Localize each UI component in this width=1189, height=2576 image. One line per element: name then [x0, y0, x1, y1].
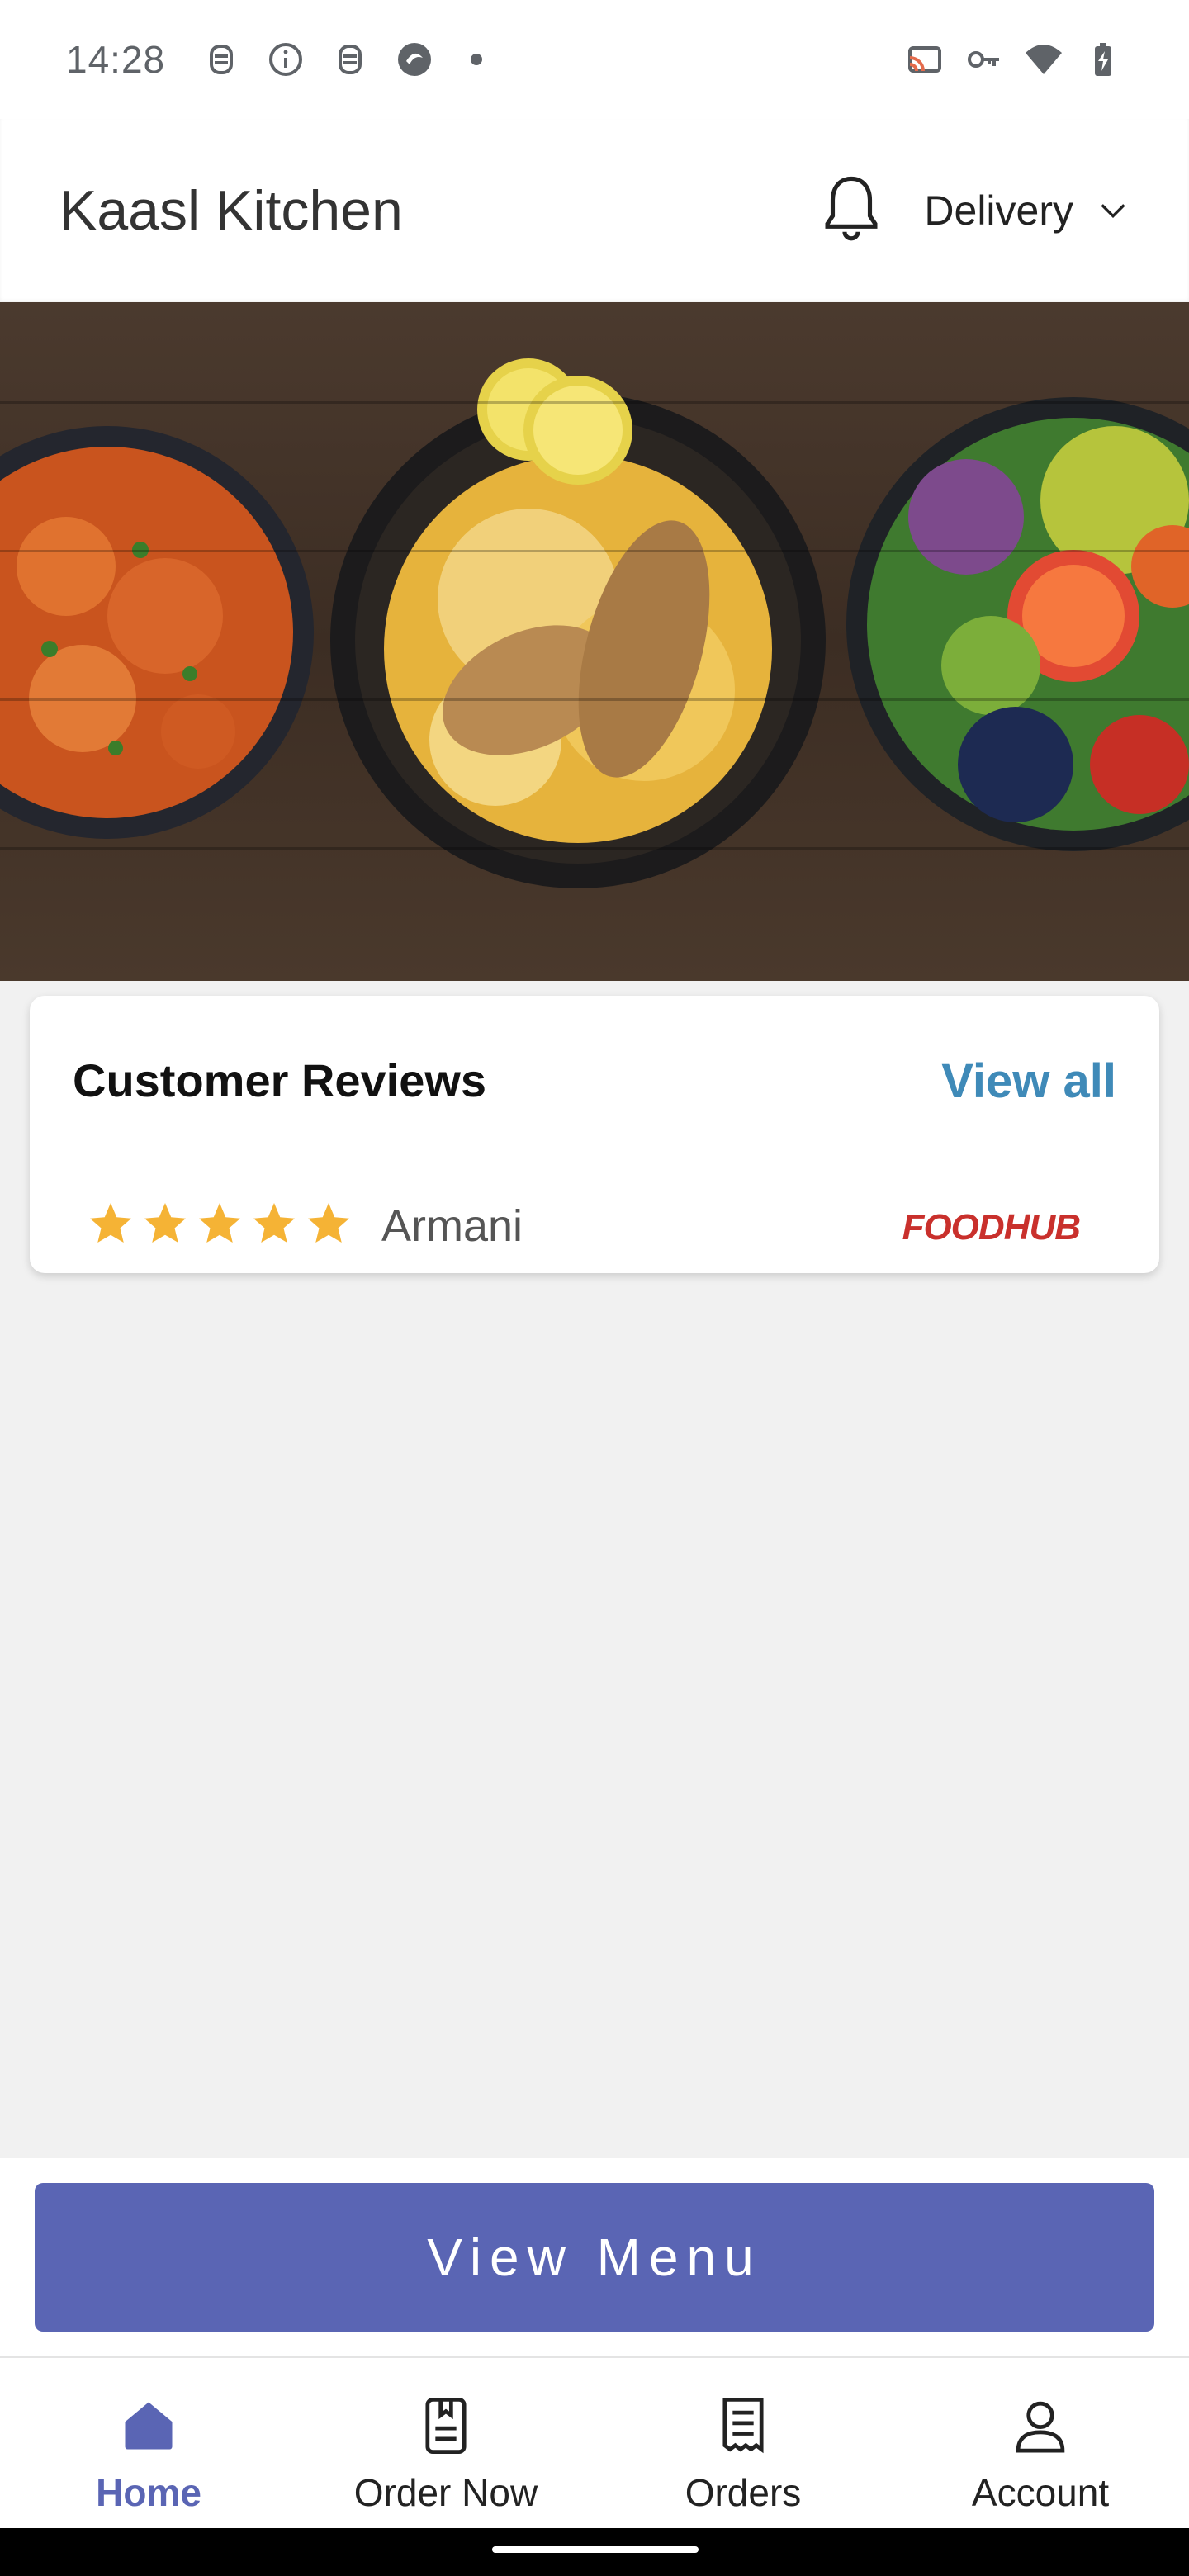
star-icon	[253, 1203, 295, 1243]
star-icon	[199, 1203, 240, 1243]
star-icon	[308, 1203, 349, 1243]
nav-home-label: Home	[96, 2471, 201, 2514]
nav-account[interactable]: Account	[892, 2358, 1189, 2528]
star-icon	[90, 1203, 131, 1243]
bottom-navigation: Home Order Now Orders Account	[0, 2356, 1189, 2528]
notification-icon	[339, 45, 362, 74]
info-icon	[269, 43, 303, 76]
foodhub-logo: FOODHUB	[902, 1207, 1081, 1248]
app-header: Kaasl Kitchen Delivery	[0, 119, 1189, 302]
nav-home[interactable]: Home	[0, 2358, 297, 2528]
delivery-mode-selector[interactable]: Delivery	[924, 187, 1130, 234]
vpn-key-icon	[968, 51, 999, 68]
dot-icon	[471, 54, 483, 65]
app-icon	[398, 43, 432, 76]
nav-order-now-label: Order Now	[353, 2471, 538, 2514]
reviewer-name: Armani	[381, 1201, 523, 1251]
star-icon	[144, 1203, 186, 1243]
review-rating	[86, 1199, 353, 1248]
status-icons-right	[905, 40, 1123, 79]
delivery-mode-label: Delivery	[924, 187, 1073, 234]
nav-orders[interactable]: Orders	[594, 2358, 892, 2528]
nav-account-label: Account	[971, 2471, 1110, 2514]
notification-icon	[210, 45, 234, 74]
food-banner-image	[0, 302, 1189, 981]
status-time: 14:28	[66, 38, 166, 81]
user-icon	[1016, 2401, 1065, 2453]
cast-icon	[908, 46, 941, 73]
view-all-reviews-link[interactable]: View all	[941, 1054, 1116, 1109]
status-icons-left	[201, 40, 483, 79]
bell-icon	[825, 176, 878, 241]
nav-order-now[interactable]: Order Now	[297, 2358, 594, 2528]
reviews-title: Customer Reviews	[73, 1054, 487, 1106]
customer-reviews-card: Customer Reviews View all Armani FOODHUB	[30, 996, 1159, 1273]
home-gesture-handle[interactable]	[492, 2546, 699, 2553]
menu-button-area: View Menu	[0, 2158, 1189, 2356]
app-title: Kaasl Kitchen	[59, 179, 403, 242]
wifi-icon	[1026, 45, 1062, 74]
nav-orders-label: Orders	[685, 2471, 802, 2514]
status-bar: 14:28	[0, 0, 1189, 119]
chevron-down-icon	[1101, 204, 1125, 219]
menu-book-icon	[425, 2397, 467, 2455]
view-menu-button[interactable]: View Menu	[35, 2183, 1154, 2332]
battery-icon	[1095, 43, 1111, 76]
receipt-icon	[722, 2397, 764, 2454]
system-gesture-bar	[0, 2528, 1189, 2576]
notifications-button[interactable]	[812, 171, 891, 250]
food-illustration	[0, 358, 1189, 888]
home-icon	[125, 2402, 173, 2450]
